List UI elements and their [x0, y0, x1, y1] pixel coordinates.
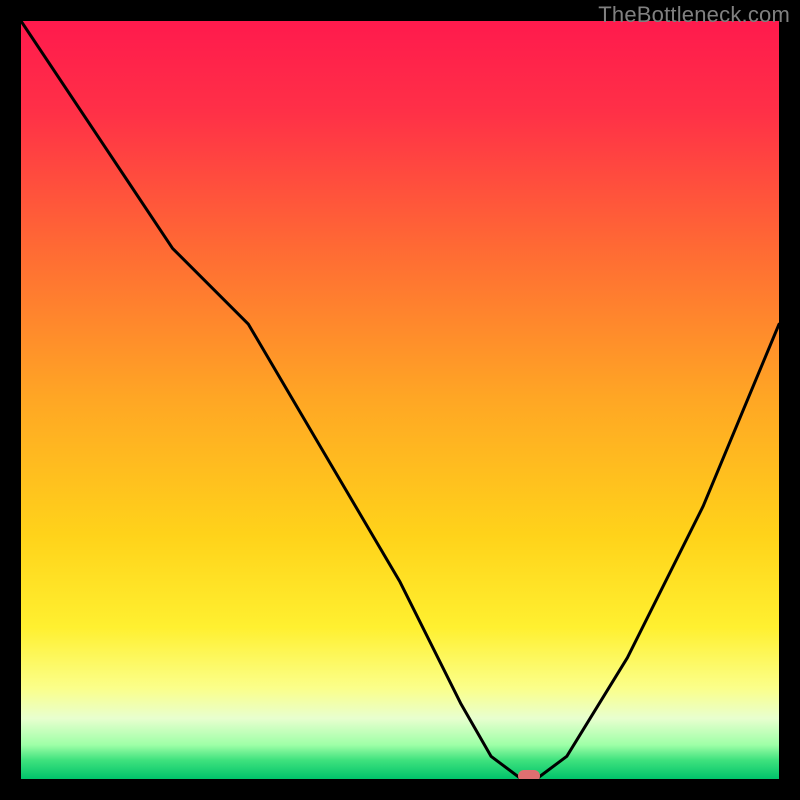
- chart-frame: TheBottleneck.com: [0, 0, 800, 800]
- curve-svg: [21, 21, 779, 779]
- plot-area: [21, 21, 779, 779]
- watermark-text: TheBottleneck.com: [598, 2, 790, 28]
- curve-line: [21, 21, 779, 779]
- optimum-marker: [518, 770, 540, 779]
